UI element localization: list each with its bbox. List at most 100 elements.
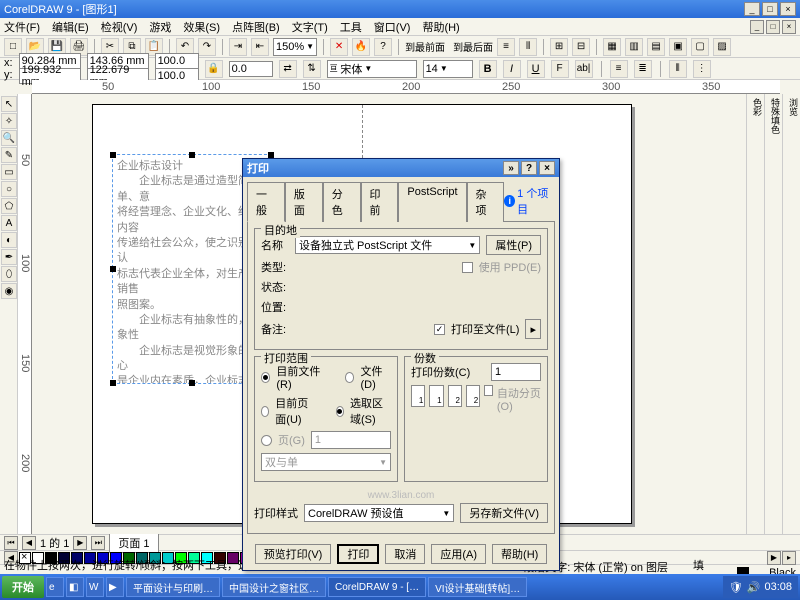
dialog-close-button[interactable]: ×: [539, 161, 555, 175]
fontsize-combo[interactable]: 14▼: [423, 60, 473, 78]
menu-window[interactable]: 窗口(V): [374, 19, 411, 35]
menu-file[interactable]: 文件(F): [4, 19, 40, 35]
docker-color[interactable]: 色彩: [746, 94, 764, 534]
documents-radio[interactable]: [345, 372, 354, 383]
sx-field[interactable]: 100.0: [155, 53, 199, 69]
next-page-button[interactable]: ▶: [73, 536, 87, 550]
tray-icon[interactable]: 🛡: [729, 581, 743, 594]
menu-view[interactable]: 检视(V): [101, 19, 138, 35]
tab-layout[interactable]: 版面: [285, 182, 323, 222]
mirror-h-icon[interactable]: ⇄: [279, 60, 297, 78]
menu-help[interactable]: 帮助(H): [422, 19, 459, 35]
docker-special[interactable]: 特殊填色: [764, 94, 782, 534]
print-button[interactable]: 打印: [337, 544, 379, 564]
print-to-file-checkbox[interactable]: ✓: [434, 324, 445, 335]
opt1-icon[interactable]: ▣: [669, 38, 687, 56]
quick-launch-icon[interactable]: e: [46, 577, 64, 597]
group-icon[interactable]: ⊞: [550, 38, 568, 56]
taskbar-item[interactable]: VI设计基础[转帖]…: [428, 577, 527, 597]
menu-effects[interactable]: 效果(S): [183, 19, 220, 35]
polygon-tool-icon[interactable]: ⬠: [1, 198, 17, 214]
interactive-tool-icon[interactable]: ◐: [1, 232, 17, 248]
taskbar-item[interactable]: 中国设计之窗社区…: [222, 577, 326, 597]
guide-icon[interactable]: ▥: [625, 38, 643, 56]
opt2-icon[interactable]: ▢: [691, 38, 709, 56]
tab-misc[interactable]: 杂项: [467, 182, 505, 222]
distribute-icon[interactable]: ⫴: [519, 38, 537, 56]
dialog-help-button[interactable]: ?: [521, 161, 537, 175]
last-page-button[interactable]: ⏭: [91, 536, 105, 550]
shape-tool-icon[interactable]: ✧: [1, 113, 17, 129]
edit-text-icon[interactable]: ab|: [575, 60, 593, 78]
bullets-icon[interactable]: ⋮: [693, 60, 711, 78]
freehand-tool-icon[interactable]: ✎: [1, 147, 17, 163]
system-tray[interactable]: 🛡🔊 03:08: [723, 576, 798, 598]
dialog-expand-button[interactable]: »: [503, 161, 519, 175]
columns-icon[interactable]: ⫴: [669, 60, 687, 78]
doc-minimize-button[interactable]: _: [750, 20, 764, 34]
minimize-button[interactable]: _: [744, 2, 760, 16]
prev-page-button[interactable]: ◀: [22, 536, 36, 550]
doc-restore-button[interactable]: □: [766, 20, 780, 34]
apply-button[interactable]: 应用(A): [431, 544, 486, 564]
snap-icon[interactable]: ▤: [647, 38, 665, 56]
palette-scroll-right[interactable]: ▶: [767, 551, 781, 565]
bold-icon[interactable]: B: [479, 60, 497, 78]
tab-prepress[interactable]: 印前: [361, 182, 399, 222]
start-button[interactable]: 开始: [2, 576, 44, 598]
print-style-combo[interactable]: CorelDRAW 预设值▼: [304, 504, 454, 522]
help-button[interactable]: 帮助(H): [492, 544, 547, 564]
export-icon[interactable]: ⇤: [251, 38, 269, 56]
docker-browse[interactable]: 浏览: [782, 94, 800, 534]
menu-text[interactable]: 文字(T): [292, 19, 328, 35]
text-tool-icon[interactable]: A: [1, 215, 17, 231]
ungroup-icon[interactable]: ⊟: [572, 38, 590, 56]
flame-icon[interactable]: 🔥: [352, 38, 370, 56]
taskbar-item[interactable]: 平面设计与印刷…: [126, 577, 220, 597]
menu-edit[interactable]: 编辑(E): [52, 19, 89, 35]
lock-ratio-icon[interactable]: 🔒: [205, 60, 223, 78]
quick-launch-icon[interactable]: W: [86, 577, 104, 597]
tab-issues[interactable]: i1 个项目: [504, 181, 555, 221]
ellipse-tool-icon[interactable]: ○: [1, 181, 17, 197]
zoom-tool-icon[interactable]: 🔍: [1, 130, 17, 146]
mirror-v-icon[interactable]: ⇅: [303, 60, 321, 78]
help-icon[interactable]: ?: [374, 38, 392, 56]
redo-icon[interactable]: ↷: [198, 38, 216, 56]
eyedrop-tool-icon[interactable]: ✒: [1, 249, 17, 265]
to-back-label[interactable]: 到最后面: [453, 39, 493, 54]
menu-tools[interactable]: 工具: [340, 19, 362, 35]
tab-separations[interactable]: 分色: [323, 182, 361, 222]
copies-field[interactable]: 1: [491, 363, 541, 381]
first-page-button[interactable]: ⏮: [4, 536, 18, 550]
taskbar-item-active[interactable]: CorelDRAW 9 - […: [328, 577, 426, 597]
no-color-swatch[interactable]: [19, 552, 31, 564]
align-l-icon[interactable]: ≡: [610, 60, 628, 78]
current-page-radio[interactable]: [261, 406, 269, 417]
outline-tool-icon[interactable]: ⬯: [1, 266, 17, 282]
align-icon[interactable]: ≡: [497, 38, 515, 56]
script-icon[interactable]: ✕: [330, 38, 348, 56]
align-c-icon[interactable]: ≣: [634, 60, 652, 78]
zoom-combo[interactable]: 150%▼: [273, 38, 317, 56]
quick-launch-icon[interactable]: ▶: [106, 577, 124, 597]
italic-icon[interactable]: I: [503, 60, 521, 78]
doc-close-button[interactable]: ×: [782, 20, 796, 34]
save-as-button[interactable]: 另存新文件(V): [460, 503, 548, 523]
font-combo[interactable]: 亘 宋体▼: [327, 60, 417, 78]
grid-icon[interactable]: ▦: [603, 38, 621, 56]
selection-radio[interactable]: [336, 406, 344, 417]
properties-button[interactable]: 属性(P): [486, 235, 541, 255]
tray-icon[interactable]: 🔊: [747, 581, 761, 594]
import-icon[interactable]: ⇥: [229, 38, 247, 56]
close-button[interactable]: ×: [780, 2, 796, 16]
printer-name-combo[interactable]: 设备独立式 PostScript 文件▼: [295, 236, 480, 254]
rect-tool-icon[interactable]: ▭: [1, 164, 17, 180]
file-settings-button[interactable]: ▸: [525, 319, 541, 339]
to-front-label[interactable]: 到最前面: [405, 39, 445, 54]
fill-tool-icon[interactable]: ◉: [1, 283, 17, 299]
cancel-button[interactable]: 取消: [385, 544, 425, 564]
dialog-titlebar[interactable]: 打印 » ? ×: [243, 159, 559, 177]
resize-handle[interactable]: [110, 152, 116, 158]
tab-general[interactable]: 一般: [247, 182, 285, 222]
